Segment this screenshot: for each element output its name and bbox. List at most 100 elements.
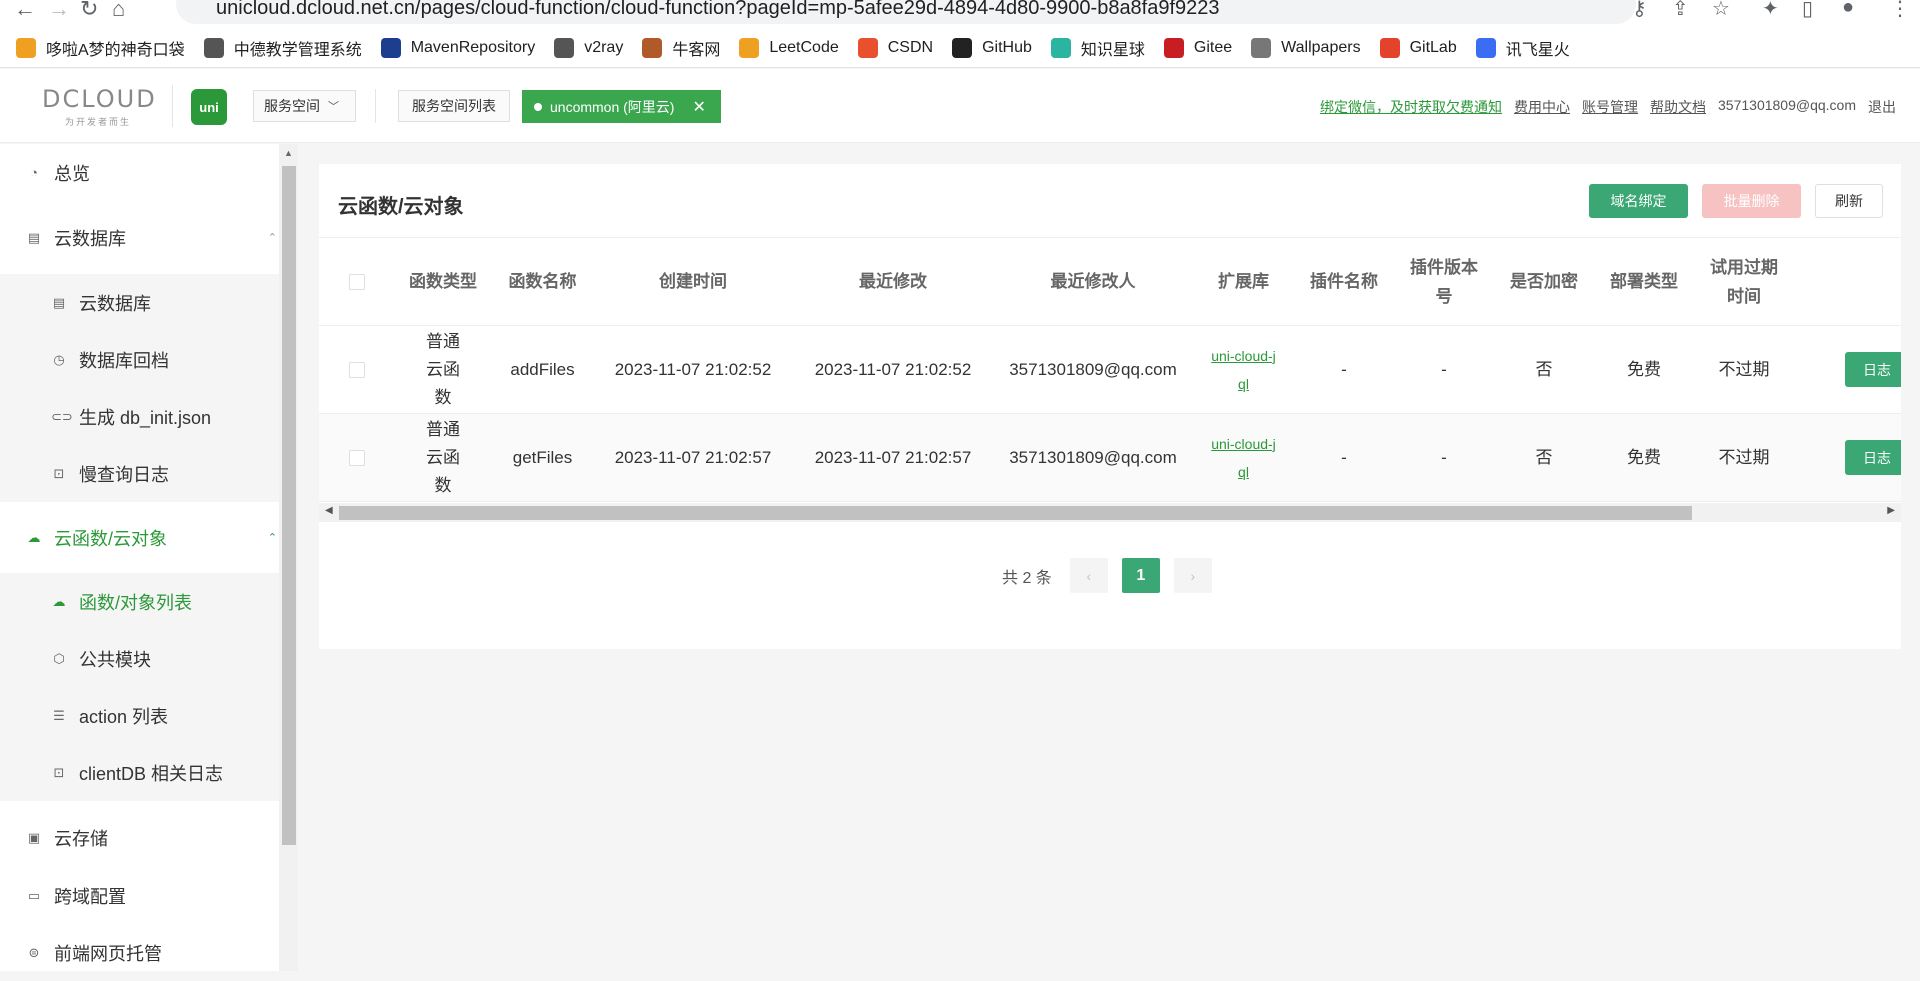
- select-all-checkbox[interactable]: [348, 273, 365, 290]
- bookmark-label: 中德教学管理系统: [233, 41, 362, 59]
- scroll-left-icon[interactable]: ◀: [325, 505, 333, 516]
- share-icon[interactable]: ⇪: [1672, 0, 1689, 21]
- bookmark-item[interactable]: GitLab: [1379, 37, 1457, 58]
- sidebar-item-clientdb-log[interactable]: ⊡ clientDB 相关日志: [0, 744, 279, 801]
- chevron-down-icon: ﹀: [328, 101, 339, 113]
- billing-link[interactable]: 费用中心: [1514, 97, 1570, 117]
- bookmark-item[interactable]: 牛客网: [642, 36, 720, 60]
- bookmark-item[interactable]: 讯飞星火: [1475, 36, 1570, 60]
- menu-icon[interactable]: ⋮: [1890, 0, 1910, 21]
- sidebar-item-cloud-functions[interactable]: ☁ 云函数/云对象 ⌃: [0, 509, 279, 566]
- prev-page-button[interactable]: ‹: [1069, 558, 1108, 593]
- user-email: 3571301809@qq.com: [1718, 97, 1856, 113]
- bookmark-item[interactable]: Wallpapers: [1251, 37, 1361, 58]
- sidebar-item-label: action 列表: [79, 706, 169, 727]
- page-number-button[interactable]: 1: [1121, 558, 1160, 593]
- domain-bind-button[interactable]: 域名绑定: [1589, 184, 1688, 218]
- sidebar-item-label: 云函数/云对象: [54, 528, 168, 549]
- card-actions: 域名绑定 批量删除 刷新: [1589, 184, 1883, 218]
- main-content: 云函数/云对象 域名绑定 批量删除 刷新 函数类型 函数名称 创建时间 最近修改…: [298, 144, 1920, 971]
- dcloud-logo[interactable]: DCLOUD 为开发者而生: [42, 85, 155, 128]
- row-checkbox[interactable]: [348, 449, 365, 466]
- row-actions: 日志: [1794, 414, 1901, 501]
- bookmark-item[interactable]: 哆啦A梦的神奇口袋: [16, 36, 185, 60]
- table-header: 最近修改人: [1050, 272, 1136, 291]
- close-icon[interactable]: ✕: [692, 97, 705, 117]
- service-space-list-button[interactable]: 服务空间列表: [398, 90, 510, 122]
- sidebar-scrollbar[interactable]: ▲: [279, 144, 298, 971]
- sidebar-item-cors-config[interactable]: ▭ 跨域配置: [0, 867, 279, 924]
- sidebar-item-common-modules[interactable]: ⬡ 公共模块: [0, 630, 279, 687]
- address-bar[interactable]: unicloud.dcloud.net.cn/pages/cloud-funct…: [176, 0, 1636, 24]
- storage-icon: ▣: [27, 829, 41, 845]
- xfyun-icon: [1475, 37, 1496, 58]
- sidebar-item-cloud-storage[interactable]: ▣ 云存储: [0, 809, 279, 866]
- scrollbar-thumb[interactable]: [339, 506, 1692, 520]
- next-page-button[interactable]: ›: [1173, 558, 1212, 593]
- row-checkbox[interactable]: [348, 361, 365, 378]
- bookmark-label: 讯飞星火: [1505, 41, 1570, 59]
- doraemon-icon: [16, 37, 36, 58]
- extensions-icon[interactable]: ✦: [1762, 0, 1779, 21]
- bookmark-item[interactable]: CSDN: [857, 37, 933, 58]
- scroll-up-icon[interactable]: ▲: [284, 148, 293, 158]
- current-space-tag[interactable]: uncommon (阿里云) ✕: [522, 90, 721, 123]
- key-icon[interactable]: ⚷: [1632, 0, 1647, 21]
- bookmark-item[interactable]: 中德教学管理系统: [203, 36, 362, 60]
- profile-avatar-icon[interactable]: ●: [1842, 0, 1854, 19]
- log-icon: ⊡: [53, 764, 65, 780]
- uni-logo[interactable]: uni: [191, 89, 227, 125]
- bookmark-item[interactable]: LeetCode: [739, 37, 839, 58]
- bookmark-item[interactable]: v2ray: [554, 37, 623, 58]
- scrollbar-thumb[interactable]: [282, 166, 296, 845]
- sidebar-item-action-list[interactable]: ☰ action 列表: [0, 687, 279, 744]
- bookmark-item[interactable]: Gitee: [1163, 37, 1232, 58]
- sidebar-item-slow-query-log[interactable]: ⊡ 慢查询日志: [0, 445, 279, 502]
- bookmark-item[interactable]: 知识星球: [1050, 36, 1145, 60]
- forward-icon[interactable]: →: [48, 0, 70, 22]
- table-header: 扩展库: [1218, 272, 1269, 291]
- sidebar-item-function-list[interactable]: ☁ 函数/对象列表: [0, 573, 279, 630]
- service-space-select[interactable]: 服务空间 ﹀: [253, 90, 356, 122]
- encrypted: 否: [1535, 359, 1553, 379]
- sidebar-item-db-init[interactable]: ⊂⊃ 生成 db_init.json: [0, 388, 279, 445]
- ext-lib-link[interactable]: uni-cloud-jql: [1211, 430, 1276, 486]
- trial-expire: 不过期: [1718, 359, 1770, 379]
- log-button[interactable]: 日志: [1845, 352, 1901, 387]
- sidebar-item-label: 云存储: [54, 828, 108, 849]
- ext-lib-cell: uni-cloud-jql: [1193, 414, 1294, 501]
- sidepanel-icon[interactable]: ▯: [1802, 0, 1813, 21]
- sidebar-item-db-restore[interactable]: ◷ 数据库回档: [0, 331, 279, 388]
- sidebar-item-database[interactable]: ▤ 云数据库 ⌃: [0, 209, 279, 266]
- back-icon[interactable]: ←: [14, 0, 36, 22]
- sidebar-item-db-collections[interactable]: ▤ 云数据库: [0, 274, 279, 331]
- sidebar-item-overview[interactable]: ◔ 总览: [0, 144, 279, 201]
- nowcoder-icon: [642, 37, 663, 58]
- sidebar-item-label: 函数/对象列表: [79, 592, 193, 613]
- sidebar-item-web-hosting[interactable]: ⊜ 前端网页托管: [0, 924, 279, 981]
- bookmark-item[interactable]: MavenRepository: [380, 37, 535, 58]
- reload-icon[interactable]: ↻: [80, 0, 98, 22]
- hosting-icon: ⊜: [28, 944, 40, 960]
- scroll-right-icon[interactable]: ▶: [1887, 505, 1895, 516]
- row-checkbox-cell: [319, 326, 394, 413]
- table-header: 函数类型: [409, 272, 477, 291]
- refresh-button[interactable]: 刷新: [1815, 184, 1883, 218]
- bind-wechat-link[interactable]: 绑定微信，及时获取欠费通知: [1320, 97, 1502, 117]
- star-icon[interactable]: ☆: [1712, 0, 1730, 21]
- logout-link[interactable]: 退出: [1868, 97, 1896, 117]
- github-icon: [952, 37, 973, 58]
- help-docs-link[interactable]: 帮助文档: [1650, 97, 1706, 117]
- link-icon: ⊂⊃: [51, 408, 73, 424]
- home-icon[interactable]: ⌂: [112, 0, 125, 22]
- table-horizontal-scrollbar[interactable]: ◀ ▶: [319, 503, 1901, 522]
- account-link[interactable]: 账号管理: [1582, 97, 1638, 117]
- table-row: 普通云函数 addFiles 2023-11-07 21:02:52 2023-…: [319, 326, 1901, 414]
- batch-delete-button[interactable]: 批量删除: [1702, 184, 1801, 218]
- function-name: getFiles: [512, 447, 573, 467]
- sidebar-item-label: 跨域配置: [54, 886, 126, 907]
- sidebar-item-label: 数据库回档: [79, 350, 169, 371]
- ext-lib-link[interactable]: uni-cloud-jql: [1211, 342, 1276, 398]
- log-button[interactable]: 日志: [1845, 440, 1901, 475]
- bookmark-item[interactable]: GitHub: [952, 37, 1032, 58]
